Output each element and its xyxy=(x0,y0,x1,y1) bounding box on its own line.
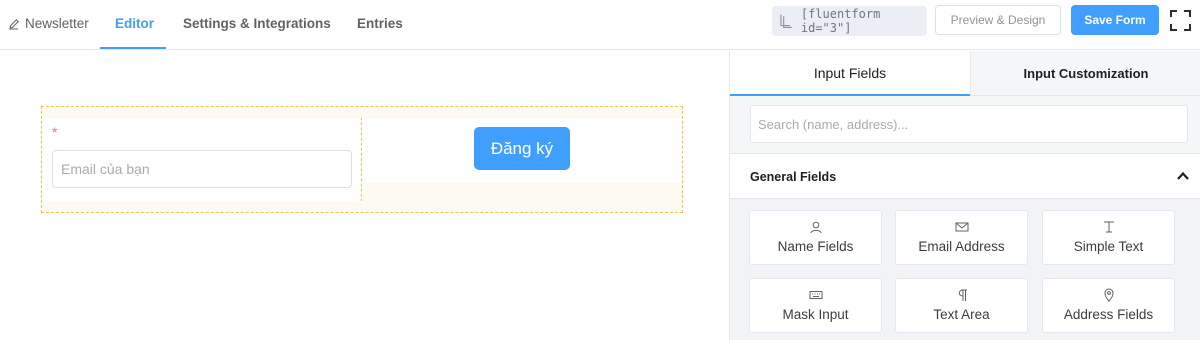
breadcrumb-label: Newsletter xyxy=(25,16,89,31)
search-area xyxy=(730,96,1200,153)
submit-button[interactable]: Đăng ký xyxy=(474,127,570,170)
field-email-address[interactable]: Email Address xyxy=(895,210,1028,265)
form-container-row[interactable]: * Đăng ký xyxy=(41,106,683,213)
copy-icon xyxy=(780,14,792,28)
column-padding xyxy=(363,183,682,212)
keyboard-icon xyxy=(809,291,822,299)
tab-editor[interactable]: Editor xyxy=(115,16,154,31)
field-mask-input[interactable]: Mask Input xyxy=(749,278,882,333)
sidebar-tabs: Input Fields Input Customization xyxy=(730,51,1200,96)
shortcode-text: [fluentform id="3"] xyxy=(800,7,881,35)
column-padding xyxy=(42,107,362,118)
user-icon xyxy=(810,221,821,234)
tab-entries[interactable]: Entries xyxy=(357,16,403,31)
tab-input-fields[interactable]: Input Fields xyxy=(730,51,970,96)
field-sidebar: Input Fields Input Customization General… xyxy=(729,51,1200,340)
search-input[interactable] xyxy=(750,105,1188,143)
top-bar: Newsletter Editor Settings & Integration… xyxy=(0,0,1200,50)
field-label: Name Fields xyxy=(777,239,854,254)
envelope-icon xyxy=(955,222,968,232)
form-column-submit[interactable]: Đăng ký xyxy=(363,107,682,212)
shortcode-copy[interactable]: [fluentform id="3"] xyxy=(772,6,927,36)
field-address-fields[interactable]: Address Fields xyxy=(1042,278,1175,333)
email-field[interactable] xyxy=(52,150,352,188)
field-text-area[interactable]: Text Area xyxy=(895,278,1028,333)
tab-input-customization[interactable]: Input Customization xyxy=(970,51,1200,96)
breadcrumb[interactable]: Newsletter xyxy=(8,16,89,31)
text-cursor-icon xyxy=(1103,221,1114,233)
general-fields-header[interactable]: General Fields xyxy=(730,153,1200,199)
field-label: Mask Input xyxy=(782,307,849,322)
field-name-fields[interactable]: Name Fields xyxy=(749,210,882,265)
preview-design-button[interactable]: Preview & Design xyxy=(935,5,1061,35)
form-column-email[interactable]: * xyxy=(42,107,362,212)
chevron-up-icon[interactable] xyxy=(1177,171,1189,181)
field-label: Address Fields xyxy=(1063,307,1154,322)
field-label: Text Area xyxy=(933,307,990,322)
field-label: Email Address xyxy=(918,239,1005,254)
required-mark: * xyxy=(52,124,58,140)
paragraph-icon xyxy=(958,289,967,301)
active-tab-indicator xyxy=(100,47,166,49)
pencil-icon xyxy=(9,18,19,29)
tab-settings-integrations[interactable]: Settings & Integrations xyxy=(183,16,331,31)
save-form-button[interactable]: Save Form xyxy=(1071,5,1159,35)
field-simple-text[interactable]: Simple Text xyxy=(1042,210,1175,265)
column-padding xyxy=(42,201,362,212)
column-padding xyxy=(363,107,682,118)
section-title: General Fields xyxy=(750,170,837,184)
map-pin-icon xyxy=(1103,288,1114,302)
field-label: Simple Text xyxy=(1073,239,1144,254)
fullscreen-icon[interactable] xyxy=(1170,10,1191,31)
